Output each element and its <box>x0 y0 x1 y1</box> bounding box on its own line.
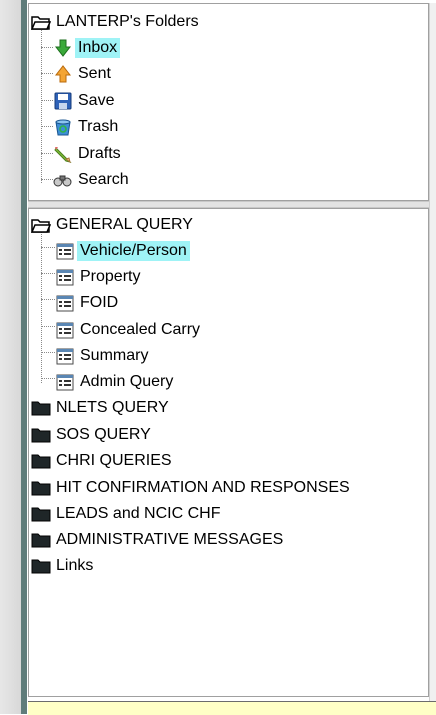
tree-branch <box>41 100 53 101</box>
closed-folder-icon <box>31 425 51 445</box>
form-icon <box>55 346 75 366</box>
folder-label: Trash <box>78 118 119 135</box>
folder-label: GENERAL QUERY <box>56 216 193 233</box>
form-icon <box>55 267 75 287</box>
right-edge <box>429 3 436 701</box>
query-folders-pane: GENERAL QUERY Vehicle/Person Property FO… <box>28 208 429 697</box>
pencil-icon <box>53 144 73 164</box>
query-label: Summary <box>80 347 149 364</box>
tree-branch <box>41 47 53 48</box>
folder-label: Search <box>78 171 129 188</box>
root-folder-node[interactable]: LANTERP's Folders <box>31 11 202 33</box>
tree-branch <box>41 273 55 274</box>
query-concealed-carry[interactable]: Concealed Carry <box>55 319 203 341</box>
window-edge <box>0 0 21 714</box>
folder-trash[interactable]: Trash <box>53 116 121 138</box>
form-icon <box>55 241 75 261</box>
query-summary[interactable]: Summary <box>55 345 151 367</box>
folder-links[interactable]: Links <box>31 555 96 577</box>
closed-folder-icon <box>31 478 51 498</box>
tree-line <box>41 26 42 183</box>
closed-folder-icon <box>31 530 51 550</box>
folder-label: SOS QUERY <box>56 426 151 443</box>
folder-label: NLETS QUERY <box>56 399 169 416</box>
root-folder-label: LANTERP's Folders <box>56 13 199 30</box>
folder-chri-queries[interactable]: CHRI QUERIES <box>31 450 175 472</box>
green-down-arrow-icon <box>53 38 73 58</box>
query-property[interactable]: Property <box>55 266 143 288</box>
form-icon <box>55 293 75 313</box>
query-label: Property <box>80 268 141 285</box>
tree-branch <box>41 179 53 180</box>
folder-inbox[interactable]: Inbox <box>53 37 121 59</box>
closed-folder-icon <box>31 556 51 576</box>
folder-label: Sent <box>78 65 111 82</box>
folder-label: Drafts <box>78 145 121 162</box>
tree-branch <box>41 352 55 353</box>
query-admin-query[interactable]: Admin Query <box>55 371 176 393</box>
binoculars-icon <box>53 170 73 190</box>
folder-save[interactable]: Save <box>53 90 117 112</box>
query-label: Vehicle/Person <box>77 241 190 261</box>
query-vehicle-person[interactable]: Vehicle/Person <box>55 240 190 262</box>
folder-label: Inbox <box>75 38 121 58</box>
tree-branch <box>41 326 55 327</box>
recycle-bin-icon <box>53 117 73 137</box>
query-label: Admin Query <box>80 373 174 390</box>
tree-branch <box>41 126 53 127</box>
open-folder-icon <box>31 12 51 32</box>
query-foid[interactable]: FOID <box>55 292 121 314</box>
tree-line <box>41 231 42 383</box>
tree-branch <box>41 153 53 154</box>
floppy-disk-icon <box>53 91 73 111</box>
folder-label: CHRI QUERIES <box>56 452 172 469</box>
query-label: Concealed Carry <box>80 321 201 338</box>
folder-label: ADMINISTRATIVE MESSAGES <box>56 531 284 548</box>
folder-drafts[interactable]: Drafts <box>53 143 124 165</box>
folder-sent[interactable]: Sent <box>53 63 114 85</box>
closed-folder-icon <box>31 451 51 471</box>
status-bar <box>28 701 436 715</box>
folder-sos-query[interactable]: SOS QUERY <box>31 424 154 446</box>
tree-branch <box>41 299 55 300</box>
pane-splitter[interactable] <box>28 201 429 208</box>
open-folder-icon <box>31 215 51 235</box>
general-query-folder[interactable]: GENERAL QUERY <box>31 214 196 236</box>
mail-folders-pane: LANTERP's Folders Inbox Sent Save Trash … <box>28 3 429 201</box>
closed-folder-icon <box>31 504 51 524</box>
folder-label: LEADS and NCIC CHF <box>56 505 221 522</box>
folder-hit-confirmation[interactable]: HIT CONFIRMATION AND RESPONSES <box>31 477 353 499</box>
folder-label: Links <box>56 557 94 574</box>
tree-branch <box>41 247 55 248</box>
folder-administrative-messages[interactable]: ADMINISTRATIVE MESSAGES <box>31 529 286 551</box>
folder-label: Save <box>78 92 115 109</box>
folder-nlets-query[interactable]: NLETS QUERY <box>31 397 172 419</box>
folder-leads-ncic[interactable]: LEADS and NCIC CHF <box>31 503 224 525</box>
left-border-bar <box>21 0 27 714</box>
closed-folder-icon <box>31 398 51 418</box>
form-icon <box>55 320 75 340</box>
tree-branch <box>41 73 53 74</box>
folder-label: HIT CONFIRMATION AND RESPONSES <box>56 479 350 496</box>
tree-branch <box>41 378 55 379</box>
orange-up-arrow-icon <box>53 64 73 84</box>
query-label: FOID <box>80 294 119 311</box>
folder-search[interactable]: Search <box>53 169 132 191</box>
form-icon <box>55 372 75 392</box>
